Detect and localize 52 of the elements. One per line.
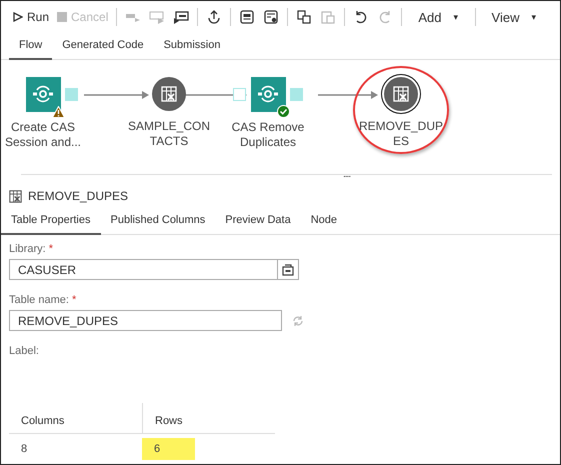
field-label: Label: [9, 345, 40, 357]
library-icon [282, 264, 294, 276]
menu-button[interactable]: Add ▾ [406, 6, 471, 28]
warning-icon [52, 106, 64, 118]
menu-button[interactable]: View ▾ [480, 6, 548, 28]
column-header: Rows [142, 403, 275, 434]
paste-icon [320, 9, 336, 26]
stop-icon [57, 12, 68, 22]
check-icon [276, 104, 290, 118]
table-cell: 6 [142, 438, 195, 460]
caret-icon: ▾ [531, 12, 536, 22]
tab[interactable]: Flow [9, 34, 52, 60]
splitter-handle[interactable]: .... [343, 169, 350, 180]
table-node[interactable] [152, 76, 186, 111]
connection-icon [257, 85, 279, 104]
caret-icon: ▾ [454, 12, 459, 22]
tab[interactable]: Submission [154, 34, 230, 60]
node-label: SAMPLE_CON TACTS [126, 118, 212, 149]
node-label: CAS Remove Duplicates [230, 120, 306, 150]
table-gear-icon [263, 9, 280, 26]
table-name-field[interactable]: REMOVE_DUPES [9, 310, 282, 331]
field-label: Table name: * [9, 294, 78, 306]
panel-title: REMOVE_DUPES [28, 189, 128, 203]
tab[interactable]: Published Columns [100, 209, 216, 235]
step-node[interactable] [26, 76, 60, 112]
connector-arrow [318, 90, 378, 99]
tab[interactable]: Generated Code [52, 34, 154, 60]
input-port[interactable] [232, 88, 246, 101]
connection-icon [32, 85, 54, 104]
library-field[interactable]: CASUSER [9, 259, 278, 280]
browse-button[interactable] [278, 259, 299, 280]
tab[interactable]: Table Properties [1, 209, 100, 235]
node-label: Create CAS Session and... [4, 120, 82, 150]
run-node-icon [173, 9, 190, 26]
run-to-icon [149, 9, 166, 26]
step-node[interactable] [250, 76, 286, 112]
run-button[interactable]: Run [9, 7, 54, 28]
table-cell-text: 8 [20, 442, 28, 457]
play-icon [13, 12, 23, 22]
table-icon [393, 86, 409, 102]
table-node[interactable] [384, 76, 418, 111]
field-label: Library: * [9, 243, 54, 255]
connector-arrow [84, 90, 149, 99]
table-icon [161, 86, 177, 102]
form-icon [239, 9, 256, 26]
tab[interactable]: Node [300, 209, 347, 235]
upload-icon [206, 9, 222, 26]
table-icon [9, 190, 22, 202]
node-label: REMOVE_DUP ES [358, 118, 444, 149]
column-header: Columns [9, 403, 142, 434]
tab[interactable]: Preview Data [215, 209, 301, 235]
copy-icon [296, 9, 312, 26]
